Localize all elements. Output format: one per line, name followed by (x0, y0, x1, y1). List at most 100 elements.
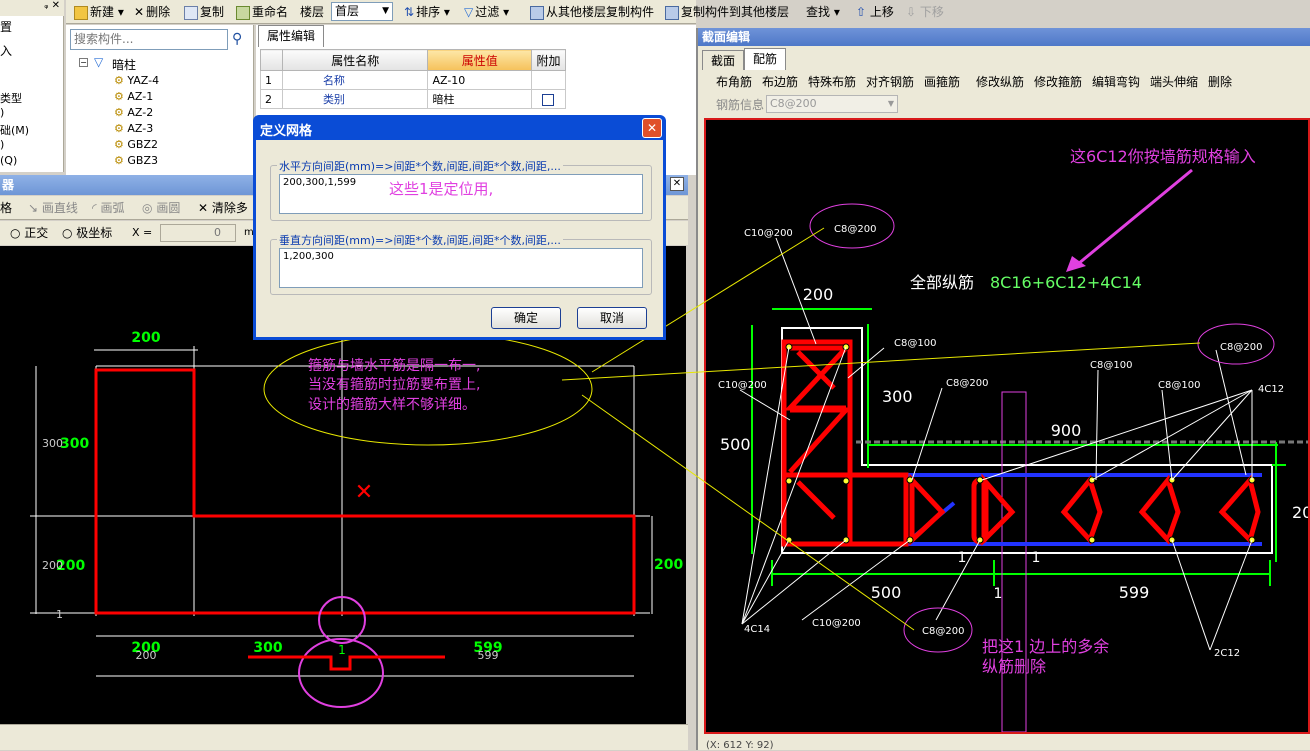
copy-from-floor-icon (530, 5, 544, 20)
chevron-down-icon: ▼ (382, 6, 389, 16)
copy-to-floor-button[interactable]: 复制构件到其他楼层 (665, 2, 789, 22)
tree-item[interactable]: ⚙ YAZ-4 (114, 74, 159, 87)
tab-property-edit[interactable]: 属性编辑 (258, 25, 325, 47)
close-icon: ✕ (646, 121, 658, 135)
tree-item[interactable]: ⚙ GBZ3 (114, 154, 158, 167)
sort-button[interactable]: ⇅ 排序 ▾ (404, 2, 450, 22)
floor-select[interactable]: 首层 ▼ (331, 2, 393, 21)
wall-fragment (248, 655, 445, 671)
ok-button[interactable]: 确定 (491, 307, 561, 329)
rebar-info-label: 钢筋信息 (716, 98, 765, 112)
rename-button[interactable]: 重命名 (236, 2, 288, 22)
rebar-tool-button[interactable]: 修改箍筋 (1034, 70, 1082, 94)
rebar-label: 4C12 (1258, 384, 1284, 395)
leader-line (1209, 539, 1253, 651)
rebar-label: C8@200 (834, 224, 876, 235)
draw-line-button[interactable]: ↘ 画直线 (28, 198, 78, 218)
dim-label: 599 (478, 649, 499, 662)
new-button[interactable]: 新建 ▾ (74, 2, 124, 22)
gear-icon: ⚙ (114, 90, 124, 103)
close-icon[interactable]: ✕ (670, 177, 684, 191)
dim-label: 300 (882, 387, 913, 406)
rebar-tool-button[interactable]: 画箍筋 (924, 70, 960, 94)
rebar-tool-button[interactable]: 修改纵筋 (976, 70, 1024, 94)
ortho-radio[interactable]: ○ 正交 (10, 223, 48, 243)
gear-icon: ⚙ (114, 122, 124, 135)
rebar-tool-button[interactable]: 端头伸缩 (1150, 70, 1198, 94)
rebar-tool-button[interactable]: 删除 (1208, 70, 1232, 94)
search-input[interactable]: 搜索构件... (70, 29, 228, 50)
rebar-tool-button[interactable]: 编辑弯钩 (1092, 70, 1140, 94)
dim-label: 500 (871, 583, 902, 602)
extra-checkbox[interactable] (542, 93, 555, 106)
longitudinal-value: 8C16+6C12+4C14 (990, 273, 1142, 292)
rebar-tool-button[interactable]: 布边筋 (762, 70, 798, 94)
left-list-item[interactable]: 入 (0, 42, 12, 59)
tab-section[interactable]: 截面 (702, 50, 745, 70)
x-input[interactable]: 0 (160, 224, 236, 242)
rebar-tool-button[interactable]: 特殊布筋 (808, 70, 856, 94)
tree-collapse-icon[interactable]: − (79, 58, 88, 67)
filter-button[interactable]: ▽ 过滤 ▾ (464, 2, 509, 22)
note-line: 设计的箍筋大样不够详细。 (308, 396, 476, 413)
clear-button[interactable]: ✕ 清除多 (198, 198, 248, 218)
tree-item[interactable]: ⚙ AZ-1 (114, 90, 153, 103)
vertical-group: 垂直方向间距(mm)=>间距*个数,间距,间距*个数,间距,... 1,200,… (270, 232, 652, 295)
dim-label: 200 (42, 559, 63, 572)
rebar-tool-button[interactable]: 布角筋 (716, 70, 752, 94)
section-canvas[interactable]: C10@200 C8@200 C8@100 C10@200 C8@200 C8@… (704, 118, 1310, 734)
tab-rebar[interactable]: 配筋 (744, 48, 787, 70)
search-icon[interactable]: ⚲ (232, 31, 242, 47)
tree-item[interactable]: ⚙ AZ-3 (114, 122, 153, 135)
rebar-label: C10@200 (744, 228, 793, 239)
chevron-down-icon: ▼ (887, 99, 894, 108)
left-list-item[interactable]: 类型 (0, 90, 22, 106)
draw-arc-button[interactable]: ◜ 画弧 (92, 198, 125, 218)
draw-circle-button[interactable]: ◎ 画圆 (142, 198, 180, 218)
column-header: 属性值 (427, 49, 533, 71)
rebar-dot (842, 477, 850, 485)
tree-item[interactable]: ⚙ GBZ2 (114, 138, 158, 151)
line-icon: ↘ (28, 201, 39, 215)
horizontal-group: 水平方向间距(mm)=>间距*个数,间距,间距*个数,间距,... 200,30… (270, 158, 652, 221)
dim-label: 900 (1051, 421, 1082, 440)
leader-line (1215, 349, 1247, 476)
copy-button[interactable]: 复制 (184, 2, 224, 22)
note-line: 当没有箍筋时拉筋要布置上, (308, 376, 480, 393)
delete-note-line: 把这1 边上的多余 (982, 637, 1109, 656)
dialog-close-button[interactable]: ✕ (642, 118, 662, 138)
left-list-item[interactable]: ) (0, 106, 4, 119)
table-row[interactable]: 1 名称 AZ-10 (260, 70, 566, 90)
rebar-dot (1088, 536, 1096, 544)
dim-label: 300 (60, 436, 89, 452)
hook (796, 480, 836, 520)
move-down-button[interactable]: ⇩ 下移 (906, 2, 944, 22)
rebar-tool-button[interactable]: 对齐钢筋 (866, 70, 914, 94)
left-list-item[interactable]: ) (0, 138, 4, 151)
tree-item[interactable]: ⚙ AZ-2 (114, 106, 153, 119)
rename-icon (236, 5, 250, 20)
left-list-item[interactable]: 置 (0, 18, 12, 35)
vertical-label: 垂直方向间距(mm)=>间距*个数,间距,间距*个数,间距,... (277, 232, 563, 248)
cancel-button[interactable]: 取消 (577, 307, 647, 329)
dim-label: 1 (1032, 550, 1041, 566)
polar-radio[interactable]: ○ 极坐标 (62, 223, 112, 243)
dim-label: 599 (1119, 583, 1150, 602)
table-row[interactable]: 2 类别 暗柱 (260, 89, 566, 109)
find-button[interactable]: 查找 ▾ (806, 2, 840, 22)
left-list-item[interactable]: (Q) (0, 154, 17, 167)
section-svg: C10@200 C8@200 C8@100 C10@200 C8@200 C8@… (718, 147, 1308, 732)
copy-to-floor-icon (665, 5, 679, 20)
tree-root[interactable]: 暗柱 (112, 56, 136, 73)
copy-from-floor-button[interactable]: 从其他楼层复制构件 (530, 2, 654, 22)
dim-label: 300 (253, 640, 282, 656)
rebar-label: C8@100 (1158, 380, 1200, 391)
grid-tool-button[interactable]: 格 (0, 198, 12, 218)
left-list-item[interactable]: 础(M) (0, 122, 29, 138)
filter-icon: ▽ (464, 5, 474, 19)
rebar-label: C8@100 (894, 338, 936, 349)
vertical-input[interactable]: 1,200,300 (279, 248, 643, 288)
delete-button[interactable]: ✕ 删除 (134, 2, 170, 22)
rebar-info-select[interactable]: C8@200 ▼ (766, 95, 898, 113)
move-up-button[interactable]: ⇧ 上移 (856, 2, 894, 22)
